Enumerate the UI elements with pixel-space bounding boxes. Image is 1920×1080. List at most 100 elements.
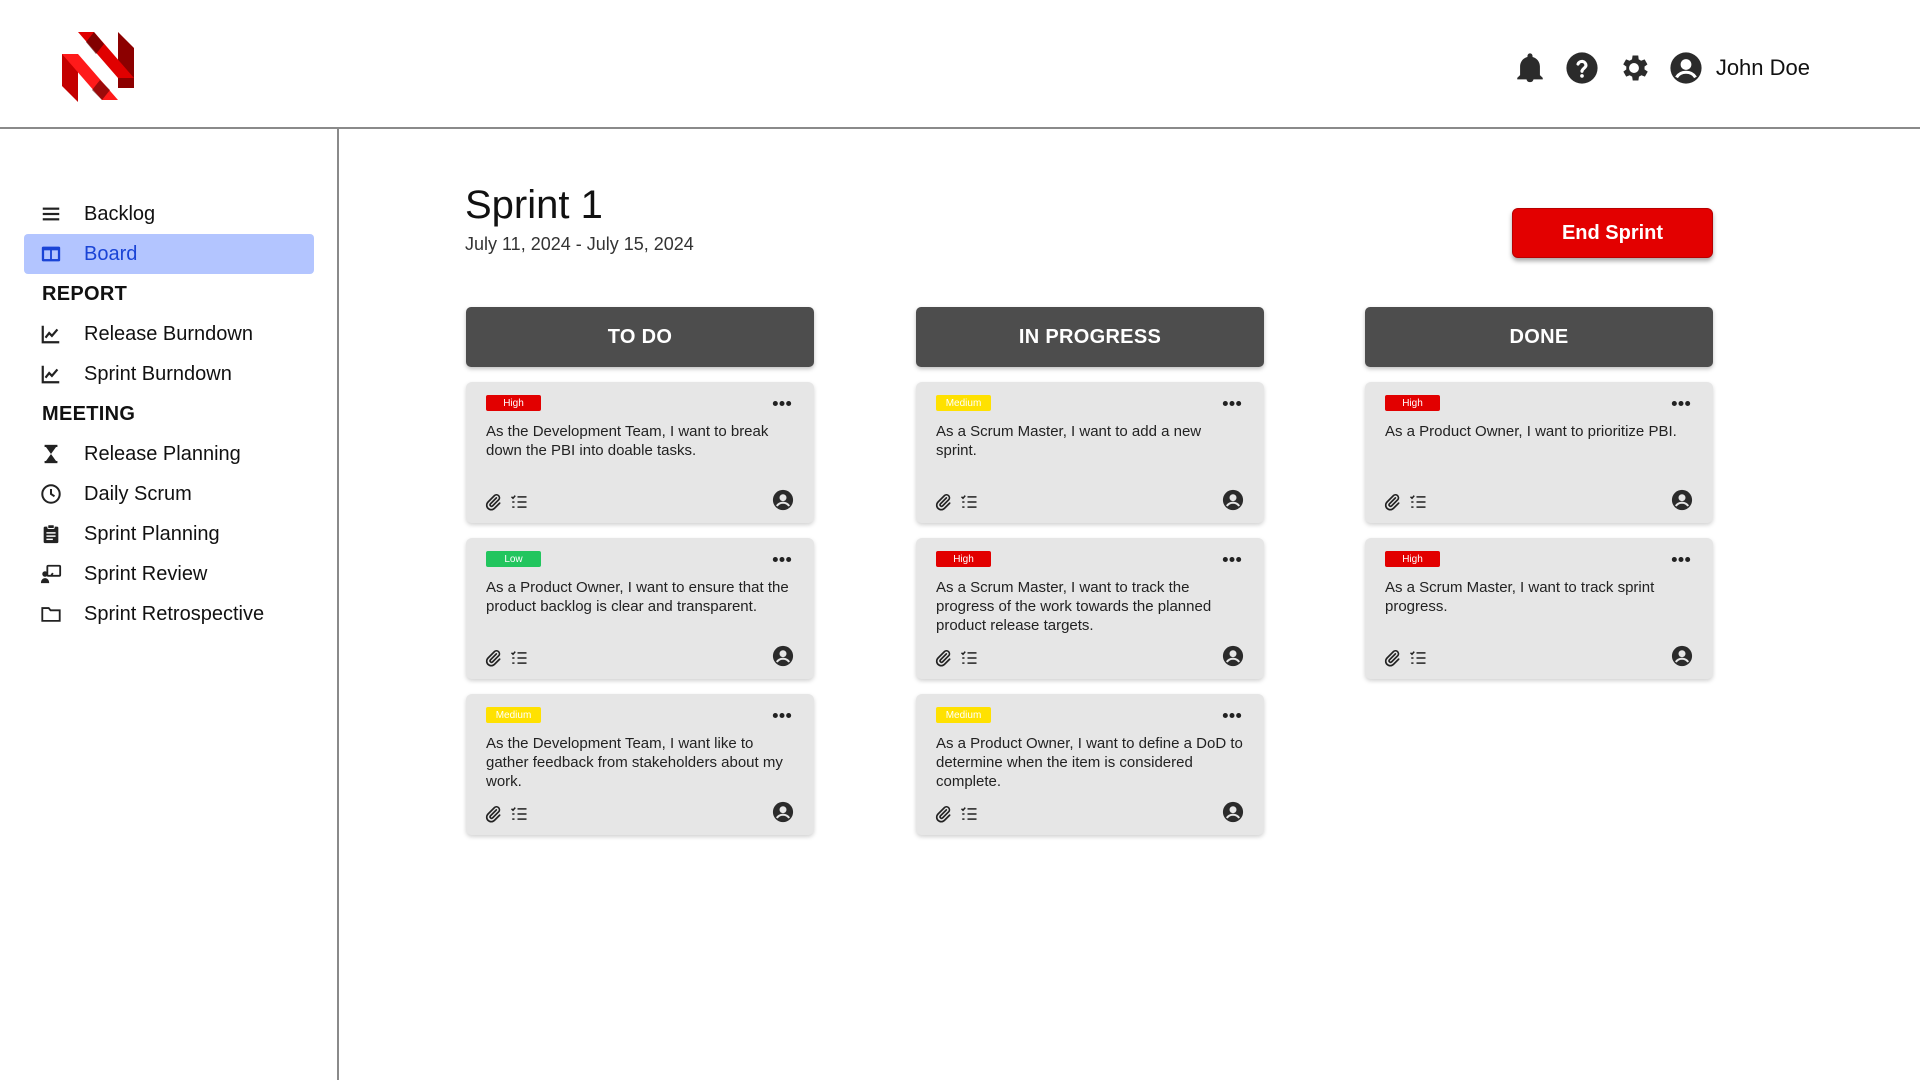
sidebar-item-label: Release Burndown [84,322,253,345]
checklist-icon[interactable] [1409,649,1427,667]
sidebar-item-release-burndown[interactable]: Release Burndown [24,314,314,354]
priority-badge: Low [486,551,541,567]
card-description: As the Development Team, I want like to … [486,735,783,790]
paperclip-icon[interactable] [484,493,502,511]
help-icon[interactable] [1564,50,1600,86]
gear-icon[interactable] [1616,50,1652,86]
more-icon[interactable] [1220,551,1244,567]
task-card[interactable]: High As the Development Team, I want to … [466,382,814,523]
more-icon[interactable] [1220,707,1244,723]
card-actions [934,805,986,823]
paperclip-icon[interactable] [934,805,952,823]
task-card[interactable]: Medium As a Scrum Master, I want to add … [916,382,1264,523]
task-card[interactable]: Medium As a Product Owner, I want to def… [916,694,1264,835]
more-icon[interactable] [1669,395,1693,411]
sidebar-item-label: Sprint Burndown [84,362,232,385]
column-todo: TO DO High As the Development Team, I wa… [466,307,814,835]
checklist-icon[interactable] [510,805,528,823]
checklist-icon[interactable] [510,493,528,511]
user-circle-icon[interactable] [1671,489,1693,511]
checklist-icon[interactable] [960,805,978,823]
priority-badge: High [1385,551,1440,567]
priority-badge: Medium [486,707,541,723]
sidebar-item-sprint-planning[interactable]: Sprint Planning [24,514,314,554]
checklist-icon[interactable] [510,649,528,667]
task-card[interactable]: Medium As the Development Team, I want l… [466,694,814,835]
user-circle-icon[interactable] [1668,50,1704,86]
card-actions [1383,649,1435,667]
sidebar-item-label: Sprint Review [84,562,208,585]
folder-icon [40,603,62,625]
user-circle-icon[interactable] [1222,489,1244,511]
paperclip-icon[interactable] [934,649,952,667]
paperclip-icon[interactable] [484,805,502,823]
more-icon[interactable] [770,551,794,567]
user-circle-icon[interactable] [1671,645,1693,667]
sidebar-item-label: Backlog [84,202,156,225]
sidebar-item-label: Release Planning [84,442,241,465]
card-description: As a Scrum Master, I want to track sprin… [1385,579,1655,615]
sidebar-item-backlog[interactable]: Backlog [24,194,314,234]
column-in-progress: IN PROGRESS Medium As a Scrum Master, I … [916,307,1264,835]
card-description: As a Scrum Master, I want to track the p… [936,579,1212,634]
sidebar: Backlog Board REPORT Release Burndown Sp… [0,129,339,1080]
checklist-icon[interactable] [1409,493,1427,511]
column-done: DONE High As a Product Owner, I want to … [1365,307,1713,679]
more-icon[interactable] [770,395,794,411]
user-circle-icon[interactable] [772,645,794,667]
header-actions: John Doe [1496,48,1810,88]
priority-badge: High [486,395,541,411]
card-actions [1383,493,1435,511]
top-header: John Doe [0,0,1920,129]
user-circle-icon[interactable] [772,489,794,511]
sidebar-item-label: Sprint Planning [84,522,220,545]
card-actions [934,649,986,667]
chart-line-icon [40,323,62,345]
paperclip-icon[interactable] [934,493,952,511]
more-icon[interactable] [1220,395,1244,411]
scrum-logo-icon[interactable] [60,30,135,105]
card-description: As a Product Owner, I want to define a D… [936,735,1243,790]
task-card[interactable]: High As a Scrum Master, I want to track … [916,538,1264,679]
sidebar-item-label: Board [84,242,138,265]
task-card[interactable]: Low As a Product Owner, I want to ensure… [466,538,814,679]
sidebar-item-sprint-burndown[interactable]: Sprint Burndown [24,354,314,394]
user-circle-icon[interactable] [1222,801,1244,823]
more-icon[interactable] [770,707,794,723]
paperclip-icon[interactable] [1383,649,1401,667]
priority-badge: Medium [936,707,991,723]
task-card[interactable]: High As a Scrum Master, I want to track … [1365,538,1713,679]
user-name[interactable]: John Doe [1716,55,1810,81]
sidebar-item-daily-scrum[interactable]: Daily Scrum [24,474,314,514]
checklist-icon[interactable] [960,493,978,511]
checklist-icon[interactable] [960,649,978,667]
card-actions [484,649,536,667]
card-actions [484,805,536,823]
sidebar-item-release-planning[interactable]: Release Planning [24,434,314,474]
paperclip-icon[interactable] [484,649,502,667]
sidebar-item-board[interactable]: Board [24,234,314,274]
paperclip-icon[interactable] [1383,493,1401,511]
end-sprint-button[interactable]: End Sprint [1512,208,1713,258]
more-icon[interactable] [1669,551,1693,567]
card-description: As the Development Team, I want to break… [486,423,769,459]
sprint-dates: July 11, 2024 - July 15, 2024 [465,234,694,254]
presentation-icon [40,563,62,585]
sidebar-item-sprint-review[interactable]: Sprint Review [24,554,314,594]
clipboard-icon [40,523,62,545]
user-circle-icon[interactable] [772,801,794,823]
column-header: TO DO [466,307,814,367]
page-title: Sprint 1 [465,183,603,227]
section-heading-meeting: MEETING [42,402,136,425]
clock-icon [40,483,62,505]
board-icon [40,243,62,265]
column-header: IN PROGRESS [916,307,1264,367]
card-description: As a Scrum Master, I want to add a new s… [936,423,1202,459]
hourglass-icon [40,443,62,465]
task-card[interactable]: High As a Product Owner, I want to prior… [1365,382,1713,523]
sidebar-item-sprint-retrospective[interactable]: Sprint Retrospective [24,594,314,634]
sidebar-nav: Backlog Board REPORT Release Burndown Sp… [24,194,314,634]
user-circle-icon[interactable] [1222,645,1244,667]
priority-badge: Medium [936,395,991,411]
bell-icon[interactable] [1512,50,1548,86]
